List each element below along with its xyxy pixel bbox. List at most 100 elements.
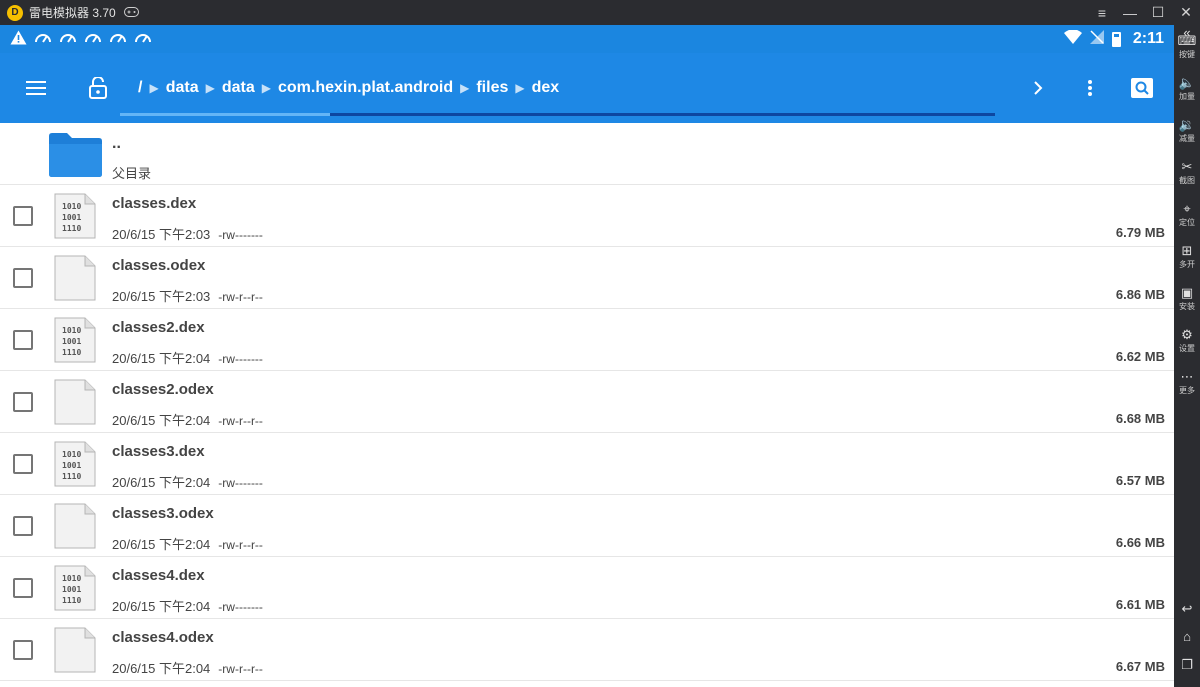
sidebar-item-location[interactable]: ⌖ 定位 [1174,201,1200,228]
file-meta: 20/6/15 下午2:04 -rw------- [112,472,263,491]
file-row[interactable]: classes.odex 20/6/15 下午2:03 -rw-r--r-- 6.86… [0,247,1174,309]
unlock-icon[interactable] [72,62,124,114]
gamepad-icon[interactable] [123,6,139,20]
file-row[interactable]: 1010 1001 1110 classes.dex 20/6/15 下午2:03 -rw… [0,185,1174,247]
file-checkbox[interactable] [13,578,33,598]
notification-speed-icon [109,30,127,48]
volume-down-icon: 🔉 [1178,117,1196,132]
warning-icon [10,30,27,49]
more-icon: ⋯ [1180,369,1194,384]
sidebar-item-multi-open[interactable]: ⊞ 多开 [1174,243,1200,270]
volume-up-icon: 🔈 [1178,75,1196,90]
android-recents-button[interactable]: ❐ [1174,657,1200,673]
file-meta: 20/6/15 下午2:03 -rw-r--r-- [112,286,263,305]
file-row[interactable]: 1010 1001 1110 classes4.dex 20/6/15 下午2:04 -r… [0,557,1174,619]
emulator-menu-button[interactable]: ≡ [1088,5,1116,21]
binary-file-icon: 1010 1001 1110 [54,565,96,611]
file-name: classes3.odex [112,505,214,522]
wifi-icon [1063,28,1082,49]
sidebar-item-keyboard[interactable]: ⌨ 按键 [1174,33,1200,60]
file-size: 6.67 MB [1115,659,1165,674]
window-controls: ≡ — ☐ ✕ [1088,0,1200,25]
android-screen: 2:11 / ▶ data ▶ data ▶ com.hexin.plat.an… [0,25,1174,687]
breadcrumb-separator-icon: ▶ [460,81,470,95]
sidebar-item-screenshot[interactable]: ✂ 截图 [1174,159,1200,186]
file-checkbox[interactable] [13,640,33,660]
breadcrumb-item[interactable]: data [222,79,255,97]
file-permissions: -rw-r--r-- [218,662,263,676]
file-permissions: -rw------- [218,352,263,366]
parent-directory-row[interactable]: .. 父目录 [0,123,1174,185]
file-meta: 20/6/15 下午2:04 -rw------- [112,348,263,367]
file-permissions: -rw-r--r-- [218,414,263,428]
file-name: classes4.odex [112,629,214,646]
file-row[interactable]: classes2.odex 20/6/15 下午2:04 -rw-r--r-- 6.6… [0,371,1174,433]
binary-icon-line: 1010 [62,326,81,335]
file-row[interactable]: classes4.odex 20/6/15 下午2:04 -rw-r--r-- 6.6… [0,619,1174,681]
binary-icon-line: 1001 [62,337,81,346]
file-date: 20/6/15 下午2:04 [112,413,211,428]
file-date: 20/6/15 下午2:03 [112,289,211,304]
sidebar-item-more[interactable]: ⋯ 更多 [1174,369,1200,396]
file-size: 6.79 MB [1115,225,1165,240]
hamburger-menu-icon[interactable] [10,62,62,114]
emulator-title: 雷电模拟器 3.70 [29,6,116,20]
notification-speed-icon [134,30,152,48]
emulator-window: D 雷电模拟器 3.70 ≡ — ☐ ✕ 2:11 / ▶ data ▶ dat… [0,0,1200,687]
file-name: classes2.odex [112,381,214,398]
breadcrumb-item[interactable]: files [476,79,508,97]
breadcrumb-root[interactable]: / [138,79,142,97]
file-meta: 20/6/15 下午2:04 -rw-r--r-- [112,658,263,677]
emulator-side-panel: « ⌨ 按键 🔈 加量 🔉 减量 ✂ 截图 ⌖ 定位 ⊞ 多开 ▣ 安装 ⚙ 设置 ⋯ 更多 ↩ … [1174,25,1200,687]
keyboard-icon: ⌨ [1177,33,1197,48]
file-name: classes.dex [112,195,197,212]
battery-icon [1111,31,1121,47]
sidebar-item-volume-up[interactable]: 🔈 加量 [1174,75,1200,102]
breadcrumb-separator-icon: ▶ [149,81,159,95]
binary-icon-line: 1110 [62,472,81,481]
emulator-logo-icon: D [7,4,23,21]
notification-speed-icon [59,30,77,48]
sidebar-item-settings[interactable]: ⚙ 设置 [1174,327,1200,354]
file-permissions: -rw-r--r-- [218,538,263,552]
android-back-button[interactable]: ↩ [1174,601,1200,617]
binary-file-icon: 1010 1001 1110 [54,193,96,239]
overflow-menu-icon[interactable] [1064,62,1116,114]
folder-icon [49,133,102,177]
close-button[interactable]: ✕ [1172,4,1200,21]
sidebar-item-volume-down[interactable]: 🔉 减量 [1174,117,1200,144]
breadcrumb-current[interactable]: dex [532,79,560,97]
file-checkbox[interactable] [13,330,33,350]
file-checkbox[interactable] [13,454,33,474]
status-bar: 2:11 [0,25,1174,53]
emulator-title-bar: D 雷电模拟器 3.70 ≡ — ☐ ✕ [0,0,1200,25]
sidebar-item-install[interactable]: ▣ 安装 [1174,285,1200,312]
android-home-button[interactable]: ⌂ [1174,629,1200,645]
file-date: 20/6/15 下午2:04 [112,351,211,366]
file-meta: 20/6/15 下午2:04 -rw------- [112,596,263,615]
file-name: classes4.dex [112,567,205,584]
binary-icon-line: 1010 [62,574,81,583]
file-row[interactable]: classes3.odex 20/6/15 下午2:04 -rw-r--r-- 6.6… [0,495,1174,557]
maximize-button[interactable]: ☐ [1144,4,1172,21]
file-row[interactable]: 1010 1001 1110 classes2.dex 20/6/15 下午2:04 -r… [0,309,1174,371]
file-checkbox[interactable] [13,206,33,226]
search-icon[interactable] [1116,62,1168,114]
file-size: 6.68 MB [1115,411,1165,426]
file-checkbox[interactable] [13,516,33,536]
breadcrumb-item[interactable]: com.hexin.plat.android [278,79,453,97]
binary-icon-line: 1110 [62,596,81,605]
binary-file-icon: 1010 1001 1110 [54,441,96,487]
parent-directory-label: 父目录 [112,166,152,181]
file-row[interactable]: 1010 1001 1110 classes3.dex 20/6/15 下午2:04 -r… [0,433,1174,495]
no-signal-icon [1089,29,1104,49]
breadcrumb-item[interactable]: data [166,79,199,97]
file-checkbox[interactable] [13,268,33,288]
binary-icon-line: 1010 [62,450,81,459]
file-size: 6.86 MB [1115,287,1165,302]
minimize-button[interactable]: — [1116,5,1144,21]
file-checkbox[interactable] [13,392,33,412]
file-permissions: -rw-r--r-- [218,290,263,304]
file-permissions: -rw------- [218,600,263,614]
chevron-right-icon[interactable] [1012,62,1064,114]
